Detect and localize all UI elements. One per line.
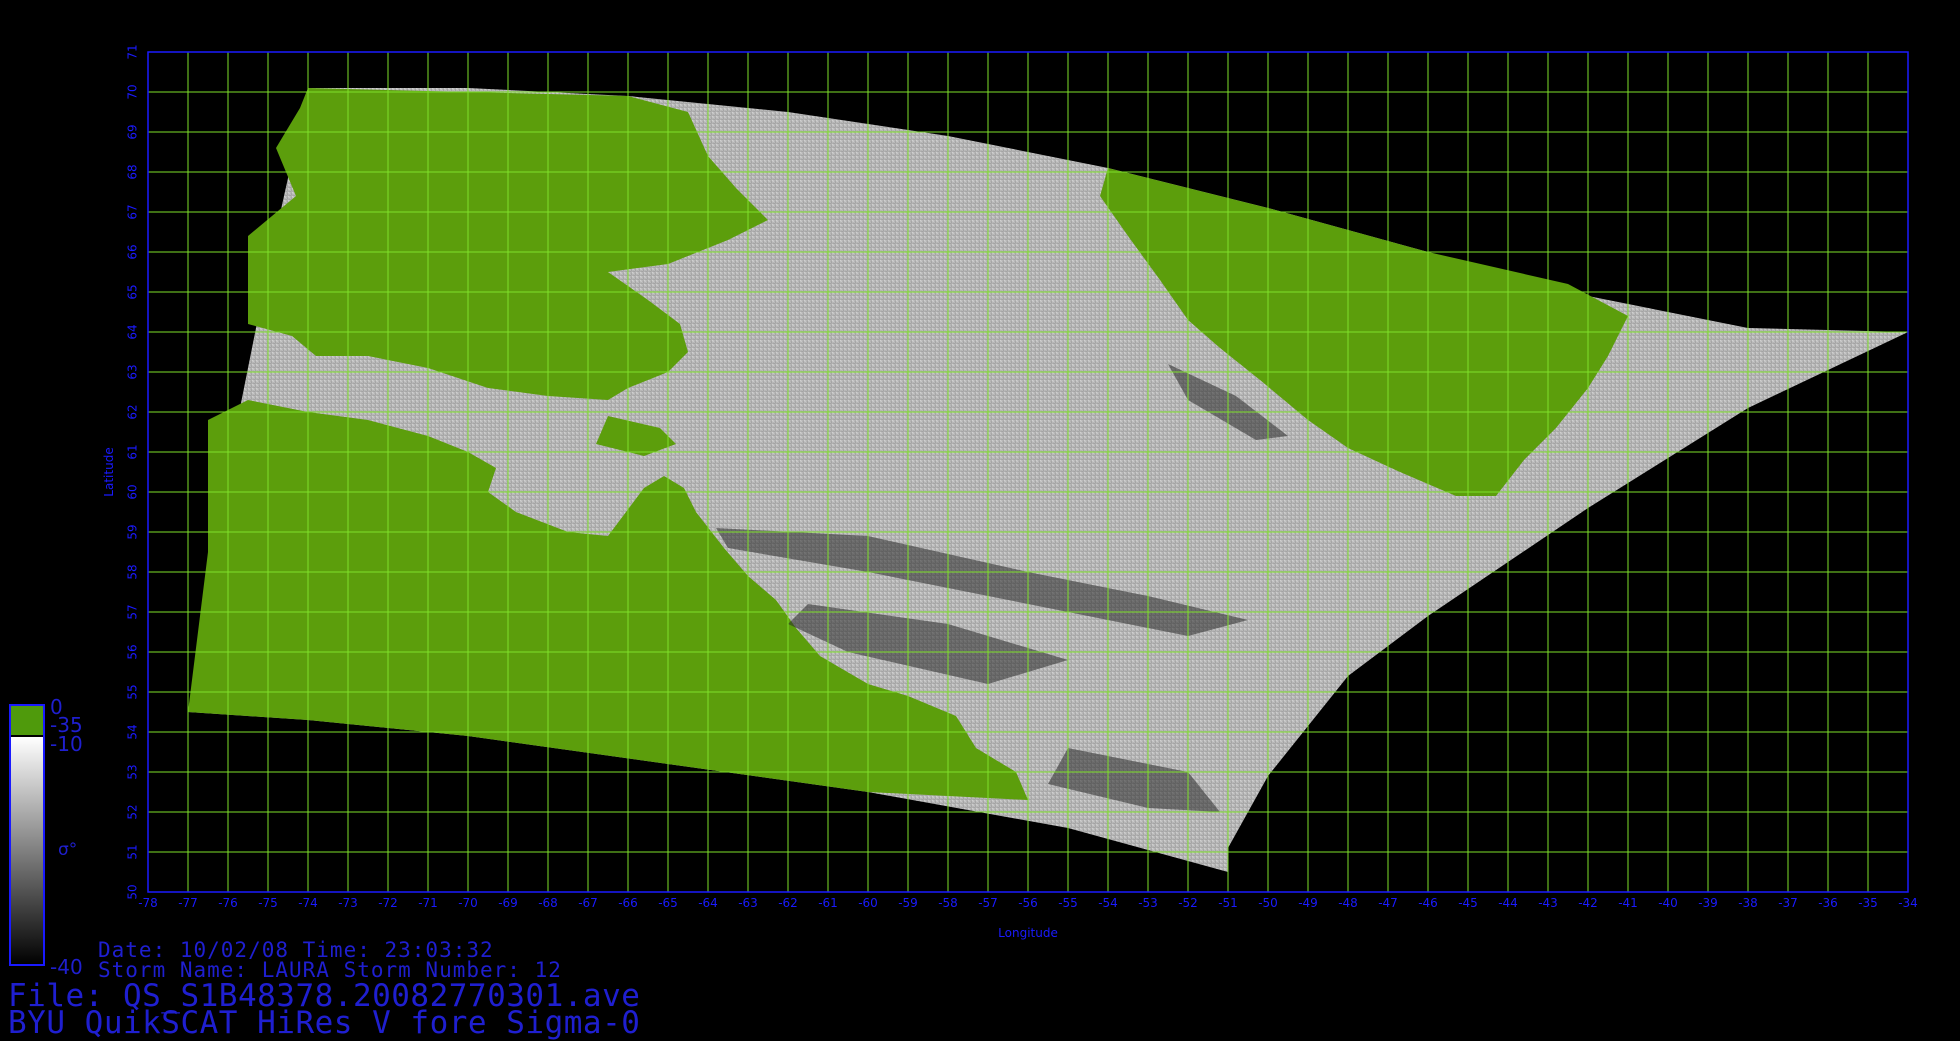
lat-tick-label: 64 (126, 324, 140, 339)
latitude-tick-labels: 50 51 52 53 54 55 56 57 58 59 60 61 62 63 64 65 66 67 68 69… (126, 44, 140, 899)
lon-tick-label: -75 (258, 896, 278, 910)
lat-tick-label: 63 (126, 364, 140, 379)
lon-tick-label: -58 (938, 896, 958, 910)
lon-tick-label: -39 (1698, 896, 1718, 910)
lon-tick-label: -36 (1818, 896, 1838, 910)
colorbar (9, 704, 45, 966)
lat-tick-label: 65 (126, 284, 140, 299)
lon-tick-label: -42 (1578, 896, 1598, 910)
lon-tick-label: -44 (1498, 896, 1518, 910)
y-axis-label: Latitude (102, 447, 116, 496)
lat-tick-label: 61 (126, 444, 140, 459)
lon-tick-label: -34 (1898, 896, 1918, 910)
colorbar-symbol: σ° (58, 840, 78, 860)
lon-tick-label: -61 (818, 896, 838, 910)
lon-tick-label: -62 (778, 896, 798, 910)
lat-tick-label: 57 (126, 604, 140, 619)
lon-tick-label: -45 (1458, 896, 1478, 910)
lat-tick-label: 54 (126, 724, 140, 739)
lon-tick-label: -47 (1378, 896, 1398, 910)
lon-tick-label: -60 (858, 896, 878, 910)
lat-tick-label: 70 (126, 84, 140, 99)
lat-tick-label: 56 (126, 644, 140, 659)
lon-tick-label: -66 (618, 896, 638, 910)
lon-tick-label: -68 (538, 896, 558, 910)
lon-tick-label: -40 (1658, 896, 1678, 910)
lon-tick-label: -76 (218, 896, 238, 910)
lon-tick-label: -56 (1018, 896, 1038, 910)
lat-tick-label: 52 (126, 804, 140, 819)
colorbar-label-sea-max: -10 (50, 732, 83, 756)
colorbar-label-bottom: -40 (50, 955, 83, 979)
lon-tick-label: -41 (1618, 896, 1638, 910)
product-title-text: BYU QuikSCAT HiRes V fore Sigma-0 (8, 1005, 641, 1041)
lat-tick-label: 58 (126, 564, 140, 579)
lat-tick-label: 67 (126, 204, 140, 219)
lon-tick-label: -65 (658, 896, 678, 910)
lon-tick-label: -49 (1298, 896, 1318, 910)
lon-tick-label: -69 (498, 896, 518, 910)
lat-tick-label: 51 (126, 844, 140, 859)
lon-tick-label: -78 (138, 896, 158, 910)
lon-tick-label: -57 (978, 896, 998, 910)
lat-tick-label: 69 (126, 124, 140, 139)
lon-tick-label: -70 (458, 896, 478, 910)
lon-tick-label: -38 (1738, 896, 1758, 910)
lon-tick-label: -50 (1258, 896, 1278, 910)
lon-tick-label: -77 (178, 896, 198, 910)
lon-tick-label: -67 (578, 896, 598, 910)
lon-tick-label: -72 (378, 896, 398, 910)
lat-tick-label: 71 (126, 44, 140, 59)
lon-tick-label: -52 (1178, 896, 1198, 910)
lat-tick-label: 66 (126, 244, 140, 259)
lon-tick-label: -64 (698, 896, 718, 910)
lon-tick-label: -54 (1098, 896, 1118, 910)
lon-tick-label: -74 (298, 896, 318, 910)
lon-tick-label: -53 (1138, 896, 1158, 910)
lat-tick-label: 50 (126, 884, 140, 899)
lon-tick-label: -46 (1418, 896, 1438, 910)
lon-tick-label: -71 (418, 896, 438, 910)
lat-tick-label: 62 (126, 404, 140, 419)
colorbar-gradient (10, 737, 44, 965)
lon-tick-label: -55 (1058, 896, 1078, 910)
longitude-tick-labels: -78 -77 -76 -75 -74 -73 -72 -71 -70 -69 -68 -67 -66 -… (138, 896, 1918, 910)
x-axis-label: Longitude (998, 926, 1058, 940)
lon-tick-label: -35 (1858, 896, 1878, 910)
lon-tick-label: -63 (738, 896, 758, 910)
lat-tick-label: 55 (126, 684, 140, 699)
colorbar-land-swatch (10, 705, 44, 735)
lon-tick-label: -51 (1218, 896, 1238, 910)
lon-tick-label: -43 (1538, 896, 1558, 910)
lon-tick-label: -73 (338, 896, 358, 910)
lat-tick-label: 59 (126, 524, 140, 539)
lon-tick-label: -59 (898, 896, 918, 910)
lat-tick-label: 53 (126, 764, 140, 779)
lon-tick-label: -48 (1338, 896, 1358, 910)
lat-tick-label: 68 (126, 164, 140, 179)
lon-tick-label: -37 (1778, 896, 1798, 910)
lat-tick-label: 60 (126, 484, 140, 499)
map-figure: -78 -77 -76 -75 -74 -73 -72 -71 -70 -69 -68 -67 -66 -… (9, 44, 1918, 966)
